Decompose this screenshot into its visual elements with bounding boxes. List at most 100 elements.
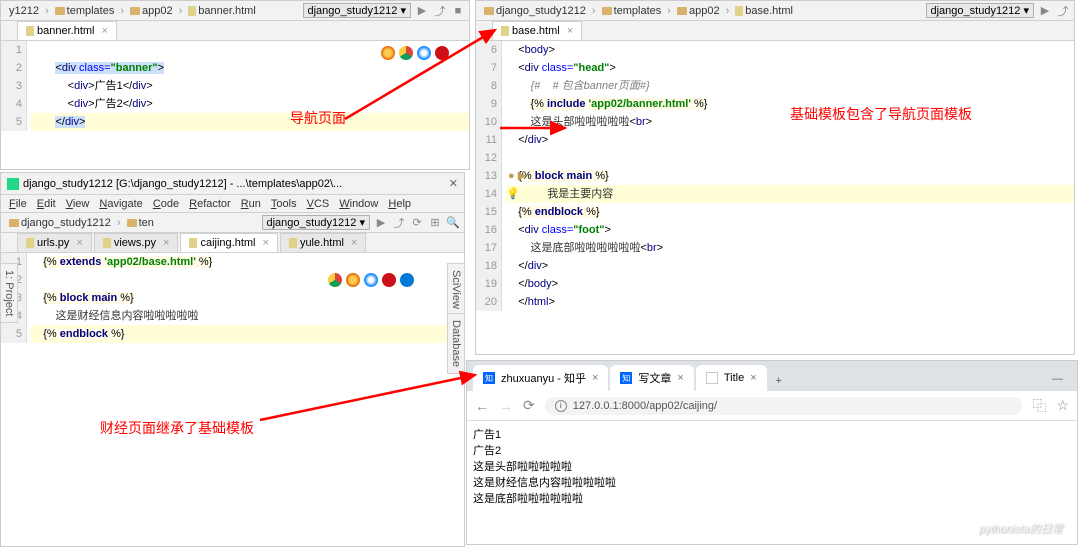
content-line: 这是财经信息内容啦啦啦啦啦 [473, 475, 1071, 491]
line-gutter: 12345 [1, 41, 27, 131]
content-line: 这是底部啦啦啦啦啦啦 [473, 491, 1071, 507]
menu-view[interactable]: View [62, 197, 94, 211]
close-icon[interactable]: × [677, 372, 683, 384]
firefox-icon[interactable] [346, 273, 360, 287]
menu-code[interactable]: Code [149, 197, 183, 211]
content-line: 这是头部啦啦啦啦啦 [473, 459, 1071, 475]
wechat-icon [957, 520, 973, 536]
browser-tab[interactable]: Title× [696, 365, 767, 391]
menu-vcs[interactable]: VCS [303, 197, 334, 211]
editor-panel-banner: y1212› templates› app02› banner.html dja… [0, 0, 470, 170]
editor-tabs: banner.html× [1, 21, 469, 41]
bc-item[interactable]: app02 [126, 4, 177, 18]
editor-tabs: urls.py×views.py×caijing.html×yule.html× [1, 233, 464, 253]
line-gutter: 67891011121314151617181920 [476, 41, 502, 311]
menu-navigate[interactable]: Navigate [95, 197, 146, 211]
window-title: django_study1212 [G:\django_study1212] -… [23, 178, 342, 190]
menu-edit[interactable]: Edit [33, 197, 60, 211]
bc-item[interactable]: templates [598, 4, 666, 18]
code-editor[interactable]: 12345 {% extends 'app02/base.html' %} {%… [1, 253, 464, 343]
tab-banner[interactable]: banner.html× [17, 21, 117, 40]
sidetab-database[interactable]: Database [447, 313, 465, 374]
content-line: 广告2 [473, 443, 1071, 459]
close-icon[interactable]: × [76, 237, 82, 249]
stop-icon[interactable]: ■ [451, 4, 465, 18]
close-icon[interactable]: × [351, 237, 357, 249]
bc-item[interactable]: y1212 [5, 4, 43, 18]
close-icon[interactable]: × [750, 372, 756, 384]
bc-item[interactable]: ten [123, 216, 158, 230]
run-icon[interactable]: ▶ [1038, 4, 1052, 18]
url-input[interactable]: i 127.0.0.1:8000/app02/caijing/ [545, 397, 1023, 415]
tab-caijing-html[interactable]: caijing.html× [180, 233, 277, 252]
sidetab-project[interactable]: 1: Project [0, 263, 18, 323]
firefox-icon[interactable] [381, 46, 395, 60]
favicon: 知 [620, 372, 632, 384]
menu-tools[interactable]: Tools [267, 197, 301, 211]
debug-icon[interactable]: ⤴ [392, 216, 406, 230]
project-selector[interactable]: django_study1212 ▾ [303, 3, 412, 18]
close-icon[interactable]: × [567, 25, 573, 37]
project-selector[interactable]: django_study1212 ▾ [262, 215, 371, 230]
browser-tabbar: 知zhuxuanyu - 知乎×知写文章×Title×+ — [467, 361, 1077, 391]
debug-icon[interactable]: ⤴ [1056, 4, 1070, 18]
forward-icon[interactable]: → [499, 398, 513, 414]
pycharm-icon [7, 178, 19, 190]
chrome-icon[interactable] [399, 46, 413, 60]
window-titlebar[interactable]: django_study1212 [G:\django_study1212] -… [1, 173, 464, 195]
sidetab-sciview[interactable]: SciView [447, 263, 465, 316]
search-icon[interactable]: 🔍 [446, 216, 460, 230]
window-close-icon[interactable]: ✕ [449, 177, 458, 190]
bc-item[interactable]: base.html [731, 4, 797, 18]
content-line: 广告1 [473, 427, 1071, 443]
close-icon[interactable]: × [263, 237, 269, 249]
safari-icon[interactable] [417, 46, 431, 60]
debug-icon[interactable]: ⤴ [433, 4, 447, 18]
bc-item[interactable]: app02 [673, 4, 724, 18]
bc-item[interactable]: django_study1212 [5, 216, 115, 230]
minimize-icon[interactable]: — [1044, 373, 1071, 391]
run-icon[interactable]: ▶ [374, 216, 388, 230]
menu-run[interactable]: Run [237, 197, 265, 211]
editor-tabs: base.html× [476, 21, 1074, 41]
run-icon[interactable]: ▶ [415, 4, 429, 18]
tab-yule-html[interactable]: yule.html× [280, 233, 366, 252]
edge-icon[interactable] [400, 273, 414, 287]
opera-icon[interactable] [435, 46, 449, 60]
tab-base[interactable]: base.html× [492, 21, 582, 40]
browser-tab[interactable]: 知zhuxuanyu - 知乎× [473, 365, 608, 391]
tab-urls-py[interactable]: urls.py× [17, 233, 92, 252]
browser-tab[interactable]: 知写文章× [610, 365, 693, 391]
browser-addrbar: ← → ⟳ i 127.0.0.1:8000/app02/caijing/ ⿻ … [467, 391, 1077, 421]
info-icon[interactable]: i [555, 400, 567, 412]
bc-item[interactable]: banner.html [184, 4, 259, 18]
back-icon[interactable]: ← [475, 398, 489, 414]
browser-window: 知zhuxuanyu - 知乎×知写文章×Title×+ — ← → ⟳ i 12… [466, 360, 1078, 545]
menu-refactor[interactable]: Refactor [185, 197, 235, 211]
tab-views-py[interactable]: views.py× [94, 233, 179, 252]
menu-window[interactable]: Window [335, 197, 382, 211]
close-icon[interactable]: × [592, 372, 598, 384]
chrome-icon[interactable] [328, 273, 342, 287]
close-icon[interactable]: × [163, 237, 169, 249]
menubar: FileEditViewNavigateCodeRefactorRunTools… [1, 195, 464, 213]
tool-icon[interactable]: ⟳ [410, 216, 424, 230]
tool-icon[interactable]: ⊞ [428, 216, 442, 230]
menu-help[interactable]: Help [384, 197, 415, 211]
bc-item[interactable]: django_study1212 [480, 4, 590, 18]
close-icon[interactable]: × [101, 25, 107, 37]
project-selector[interactable]: django_study1212 ▾ [926, 3, 1035, 18]
menu-file[interactable]: File [5, 197, 31, 211]
safari-icon[interactable] [364, 273, 378, 287]
watermark: pythonista的日常 [957, 520, 1062, 536]
new-tab-button[interactable]: + [769, 375, 789, 391]
translate-icon[interactable]: ⿻ [1032, 396, 1046, 416]
reload-icon[interactable]: ⟳ [523, 397, 535, 414]
code-editor[interactable]: 67891011121314151617181920 <body> <div c… [476, 41, 1074, 311]
bc-item[interactable]: templates [51, 4, 119, 18]
opera-icon[interactable] [382, 273, 396, 287]
browser-content: 广告1广告2这是头部啦啦啦啦啦这是财经信息内容啦啦啦啦啦这是底部啦啦啦啦啦啦 [467, 421, 1077, 513]
favicon [706, 372, 718, 384]
bookmark-icon[interactable]: ☆ [1056, 397, 1069, 414]
browser-icons-row [328, 273, 414, 287]
